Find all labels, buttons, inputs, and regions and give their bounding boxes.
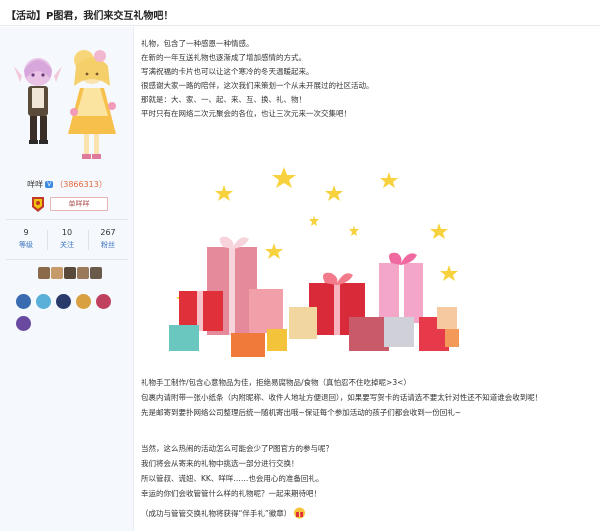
divider bbox=[6, 259, 128, 260]
divider bbox=[6, 219, 128, 220]
medal-icon[interactable] bbox=[36, 294, 51, 309]
closing-line: 所以管叔、谎妞、KK、咩咩……也会用心的准备回礼。 bbox=[141, 474, 324, 483]
medal-icon[interactable] bbox=[16, 316, 31, 331]
friend-avatar[interactable] bbox=[64, 267, 76, 279]
stat-following-value: 10 bbox=[61, 228, 73, 237]
medal-icon[interactable] bbox=[96, 294, 111, 309]
username-line[interactable]: 咩咩 V （3866313） bbox=[0, 179, 134, 190]
friend-avatars bbox=[38, 267, 103, 283]
stat-level[interactable]: 9 等级 bbox=[6, 228, 46, 250]
closing-line: （成功与管管交换礼物将获得“伴手礼”徽章） bbox=[141, 509, 292, 518]
avatar[interactable] bbox=[14, 42, 126, 168]
thread-header: 【活动】P图君，我们来交互礼物吧！ bbox=[0, 0, 600, 26]
stat-fans-label: 粉丝 bbox=[101, 241, 115, 249]
username[interactable]: 咩咩 bbox=[27, 180, 43, 189]
user-title-label: 单咩咩 bbox=[50, 197, 108, 211]
intro-line: 礼物，包含了一种感恩一种情感。 bbox=[141, 39, 254, 48]
gift-emoji-icon bbox=[294, 507, 306, 519]
stat-fans-value: 267 bbox=[100, 228, 116, 237]
rules-line: 包裹内请附带一张小纸条（内附昵称、收件人地址方便退回），如果要写贺卡的话请选不要… bbox=[141, 393, 543, 402]
medal-list bbox=[16, 292, 126, 336]
stat-level-value: 9 bbox=[23, 228, 29, 237]
stat-fans[interactable]: 267 粉丝 bbox=[88, 228, 128, 250]
medal-icon[interactable] bbox=[76, 294, 91, 309]
closing-line: 当然，这么热闹的活动怎么可能会少了P图官方的参与呢？ bbox=[141, 444, 334, 453]
friend-avatar[interactable] bbox=[51, 267, 63, 279]
avatar-image bbox=[14, 50, 116, 159]
rank-medal-icon bbox=[32, 197, 44, 212]
gift-illustration bbox=[149, 167, 474, 367]
stat-following[interactable]: 10 关注 bbox=[47, 228, 87, 250]
friend-avatar[interactable] bbox=[38, 267, 50, 279]
rules-line: 礼物手工制作/包含心意物品为佳，拒绝易腐物品/食物（真怕忍不住吃掉呢>3<） bbox=[141, 378, 411, 387]
gifts-image bbox=[169, 167, 459, 357]
closing-line-badge: （成功与管管交换礼物将获得“伴手礼”徽章） bbox=[141, 507, 596, 521]
author-sidebar: 咩咩 V （3866313） 单咩咩 9 等级 10 关注 267 粉丝 bbox=[0, 27, 134, 531]
medal-icon[interactable] bbox=[16, 294, 31, 309]
stat-following-label: 关注 bbox=[60, 241, 74, 249]
rules-line: 先是邮寄到要扑网络公司整理后统一随机寄出哦~保证每个参加活动的孩子们都会收到一份… bbox=[141, 408, 462, 417]
user-stats: 9 等级 10 关注 267 粉丝 bbox=[6, 228, 128, 254]
intro-line: 那就是：大、家、一、起、来、互、换、礼、物！ bbox=[141, 95, 306, 104]
stat-level-label: 等级 bbox=[19, 241, 33, 249]
friend-avatar[interactable] bbox=[77, 267, 89, 279]
intro-line: 在新的一年互送礼物也逐渐成了增加感情的方式。 bbox=[141, 53, 306, 62]
friend-avatar[interactable] bbox=[90, 267, 102, 279]
vip-badge: V bbox=[45, 181, 54, 188]
medal-icon[interactable] bbox=[56, 294, 71, 309]
intro-line: 很感谢大家一路的陪伴，这次我们来策划一个从未开展过的社区活动。 bbox=[141, 81, 374, 90]
closing-line: 幸运的你们会收管管什么样的礼物呢？一起来期待吧！ bbox=[141, 489, 321, 498]
closing-line: 我们将会从寄来的礼物中挑选一部分进行交换！ bbox=[141, 459, 299, 468]
intro-line: 平时只有在网络二次元聚会的各位，也让三次元来一次交集吧！ bbox=[141, 109, 351, 118]
user-id: （3866313） bbox=[55, 180, 107, 189]
thread-title: 【活动】P图君，我们来交互礼物吧！ bbox=[6, 11, 174, 22]
intro-line: 写满祝福的卡片也可以让这个寒冷的冬天温暖起来。 bbox=[141, 67, 314, 76]
post-content: 礼物，包含了一种感恩一种情感。 在新的一年互送礼物也逐渐成了增加感情的方式。 写… bbox=[141, 27, 596, 531]
